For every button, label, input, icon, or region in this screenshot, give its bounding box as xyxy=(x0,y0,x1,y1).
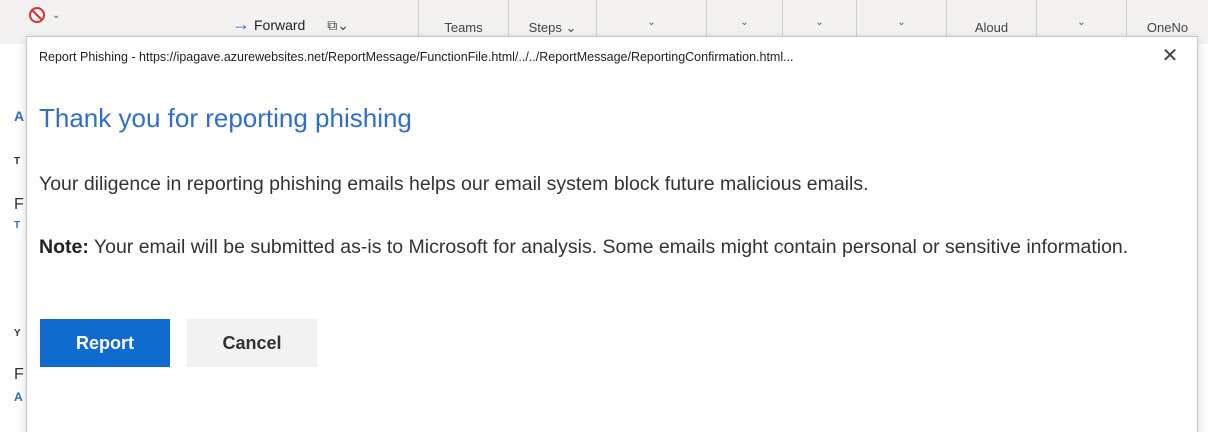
report-phishing-dialog: Report Phishing - https://ipagave.azurew… xyxy=(26,36,1198,432)
chevron-down-icon: ⌄ xyxy=(647,17,656,28)
note-label: Note: xyxy=(39,236,89,258)
dialog-note: Note: Your email will be submitted as-is… xyxy=(39,231,1189,263)
more-respond-icon[interactable]: ⧉⌄ xyxy=(327,17,349,34)
list-letter: F xyxy=(14,366,24,383)
list-letter: T xyxy=(14,220,21,231)
close-icon[interactable]: ✕ xyxy=(1159,45,1181,67)
forward-label: Forward xyxy=(254,17,306,33)
chevron-down-icon: ⌄ xyxy=(815,17,824,28)
list-letter: F xyxy=(14,196,24,213)
share-teams-label: Teams xyxy=(444,20,483,35)
list-letter: A xyxy=(14,390,23,404)
dialog-message: Your diligence in reporting phishing ema… xyxy=(39,173,869,195)
dialog-heading: Thank you for reporting phishing xyxy=(39,103,412,133)
list-letter: T xyxy=(14,156,21,167)
forward-button[interactable]: → Forward ⧉⌄ xyxy=(232,14,349,35)
block-sender-icon[interactable] xyxy=(28,6,46,24)
quick-steps-label: Steps ⌄ xyxy=(528,20,577,35)
chevron-down-icon: ⌄ xyxy=(897,17,906,28)
chevron-down-icon: ⌄ xyxy=(740,17,749,28)
cancel-button[interactable]: Cancel xyxy=(187,319,317,367)
screen: ⌄ → Forward ⧉⌄ Teams Steps ⌄ ⌄ ⌄ ⌄ ⌄ Alou… xyxy=(0,0,1208,432)
chevron-down-icon: ⌄ xyxy=(1077,17,1086,28)
note-text: Your email will be submitted as-is to Mi… xyxy=(88,236,1129,258)
read-aloud-label: Aloud xyxy=(974,20,1009,35)
onenote-label: OneNo xyxy=(1146,20,1189,35)
chevron-down-icon[interactable]: ⌄ xyxy=(52,10,60,21)
forward-arrow-icon: → xyxy=(232,14,250,34)
list-letter: A xyxy=(14,108,25,124)
report-button[interactable]: Report xyxy=(40,319,170,367)
list-letter: Y xyxy=(14,328,21,339)
dialog-title: Report Phishing - https://ipagave.azurew… xyxy=(39,50,794,64)
dialog-titlebar: Report Phishing - https://ipagave.azurew… xyxy=(27,37,1197,75)
